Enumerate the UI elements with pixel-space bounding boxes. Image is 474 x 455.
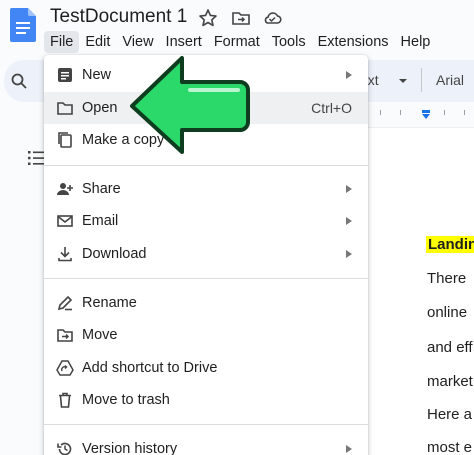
cloud-status-icon[interactable] (262, 8, 282, 28)
menu-extensions[interactable]: Extensions (312, 31, 395, 53)
submenu-arrow-icon (346, 185, 352, 193)
email-icon (57, 215, 73, 227)
keyboard-shortcut: Ctrl+O (311, 100, 352, 116)
document-text-line: There (427, 270, 467, 287)
ruler-tick (400, 110, 401, 115)
file-menu-item-add-shortcut-to-drive[interactable]: Add shortcut to Drive (44, 352, 368, 384)
menu-divider (44, 278, 368, 279)
submenu-arrow-icon (346, 71, 352, 79)
file-menu-item-label: Rename (82, 295, 137, 311)
menu-view[interactable]: View (116, 31, 159, 53)
menu-edit[interactable]: Edit (79, 31, 116, 53)
ruler-tick (444, 110, 445, 115)
chevron-down-icon[interactable] (398, 77, 408, 85)
history-icon (57, 442, 72, 455)
ruler-tick (380, 110, 381, 115)
star-icon[interactable] (198, 8, 218, 28)
file-menu-item-label: Email (82, 213, 119, 229)
submenu-arrow-icon (346, 217, 352, 225)
file-menu-item-download[interactable]: Download (44, 238, 368, 270)
document-text-line: Here a (427, 406, 473, 423)
document-icon (58, 68, 72, 82)
menu-format[interactable]: Format (208, 31, 266, 53)
file-menu-item-label: Move to trash (82, 392, 170, 408)
document-text-line: and eff (427, 339, 473, 356)
file-menu-item-label: Download (82, 246, 147, 262)
menu-file[interactable]: File (44, 31, 80, 53)
menu-divider (44, 165, 368, 166)
trash-icon (59, 392, 71, 408)
file-menu-item-move[interactable]: Move (44, 319, 368, 351)
file-menu-item-label: Version history (82, 441, 178, 455)
document-text-line: online (427, 304, 468, 321)
submenu-arrow-icon (346, 445, 352, 453)
menu-help[interactable]: Help (395, 31, 437, 53)
file-menu-item-label: Move (82, 327, 118, 343)
file-menu-item-label: Share (82, 181, 121, 197)
move-folder-icon (57, 329, 73, 342)
file-menu-item-label: Open (82, 100, 118, 116)
file-menu-item-label: New (82, 67, 112, 83)
folder-icon (57, 102, 73, 115)
menu-tools[interactable]: Tools (266, 31, 312, 53)
file-menu-item-share[interactable]: Share (44, 173, 368, 205)
document-text-line: market (427, 373, 473, 390)
document-heading: Landin (426, 236, 474, 253)
menu-divider (44, 424, 368, 425)
move-to-folder-icon[interactable] (231, 8, 251, 28)
file-menu-item-email[interactable]: Email (44, 205, 368, 237)
document-text-line: most e (427, 439, 473, 455)
copy-icon (58, 132, 72, 148)
drive-shortcut-icon (56, 360, 74, 376)
font-family-select[interactable]: Arial (436, 72, 464, 88)
indent-marker-icon[interactable] (421, 110, 431, 120)
file-menu-item-move-to-trash[interactable]: Move to trash (44, 384, 368, 416)
menu-insert[interactable]: Insert (160, 31, 208, 53)
file-menu-item-version-history[interactable]: Version history (44, 433, 368, 455)
google-docs-window: TestDocument 1 File Edit View Insert For… (0, 0, 474, 455)
menu-bar: File Edit View Insert Format Tools Exten… (44, 31, 436, 53)
ruler-tick (464, 110, 465, 115)
annotation-arrow-icon (130, 56, 250, 154)
toolbar-divider (421, 68, 422, 92)
search-menus-icon[interactable] (10, 72, 28, 90)
docs-logo-icon[interactable] (10, 8, 36, 42)
document-title[interactable]: TestDocument 1 (50, 6, 187, 28)
rename-icon (57, 295, 73, 311)
submenu-arrow-icon (346, 250, 352, 258)
file-menu-item-rename[interactable]: Rename (44, 287, 368, 319)
download-icon (58, 247, 72, 262)
person-add-icon (57, 183, 73, 195)
file-menu-item-label: Add shortcut to Drive (82, 360, 218, 376)
